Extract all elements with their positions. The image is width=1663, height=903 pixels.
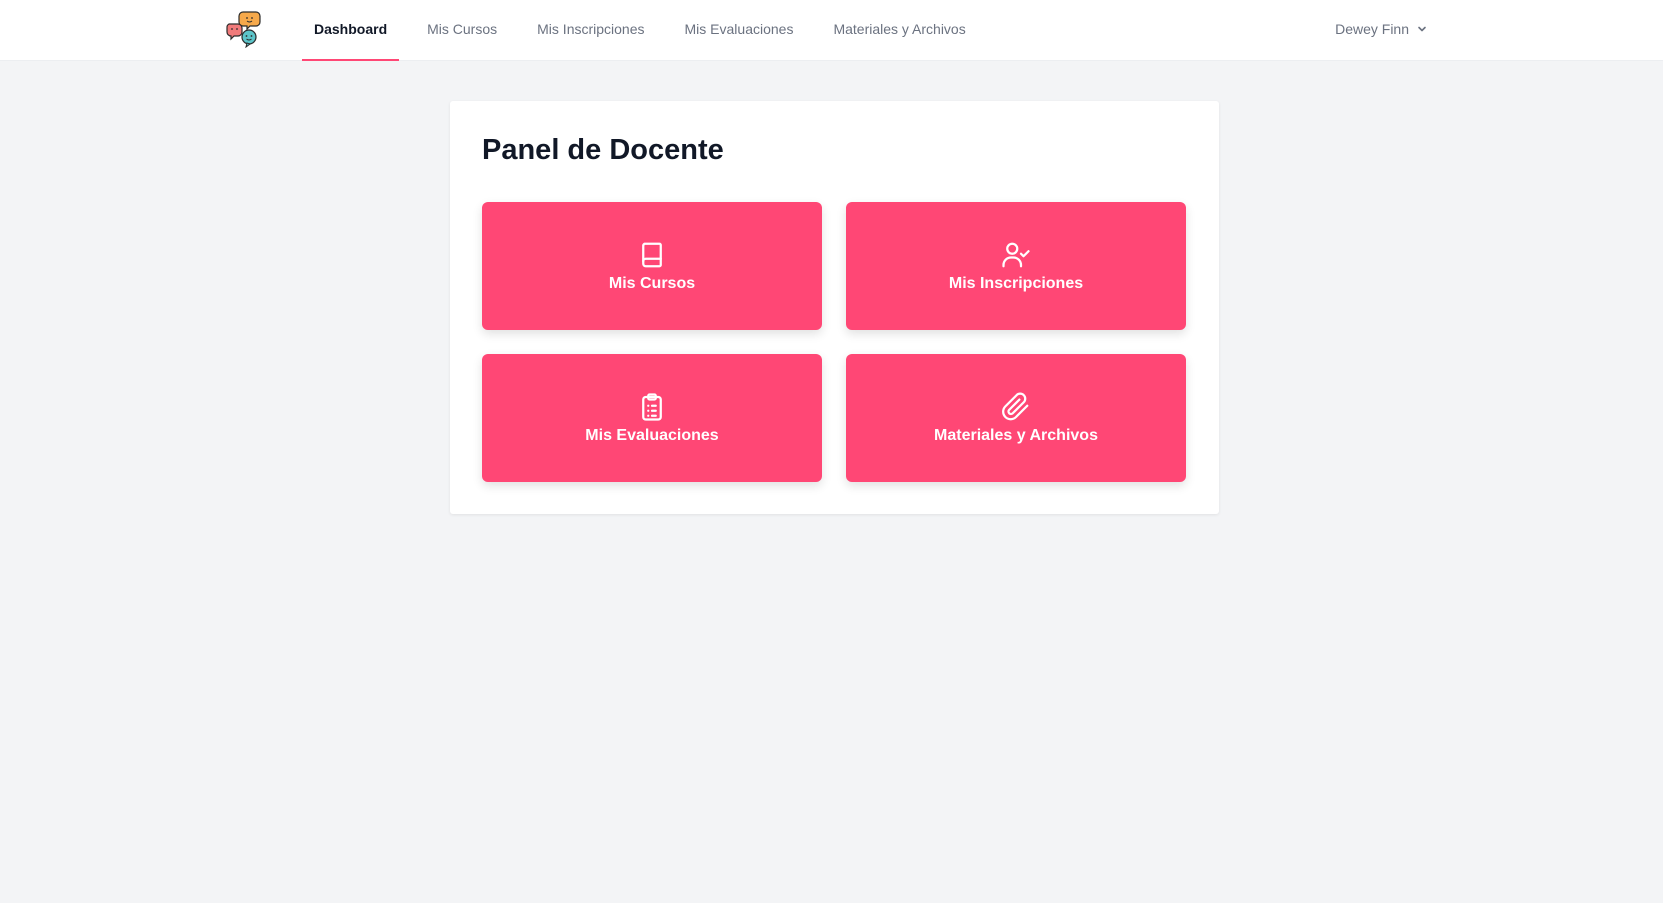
app-logo[interactable] <box>224 10 264 49</box>
page-title: Panel de Docente <box>482 134 724 166</box>
teacher-panel-card: Panel de Docente Mis Cursos Mis Inscripc… <box>450 101 1219 514</box>
nav-item-label: Dashboard <box>314 20 388 37</box>
nav-item-materiales-y-archivos[interactable]: Materiales y Archivos <box>821 0 977 61</box>
user-menu-button[interactable]: Dewey Finn <box>1335 0 1428 57</box>
nav-item-mis-cursos[interactable]: Mis Cursos <box>415 0 509 61</box>
nav-item-label: Mis Cursos <box>427 20 498 37</box>
nav-item-label: Mis Inscripciones <box>537 20 645 37</box>
tile-mis-evaluaciones[interactable]: Mis Evaluaciones <box>482 354 822 482</box>
tile-label: Mis Cursos <box>608 275 696 292</box>
top-navigation-bar: Dashboard Mis Cursos Mis Inscripciones M… <box>0 0 1663 61</box>
main-nav: Dashboard Mis Cursos Mis Inscripciones M… <box>302 0 994 61</box>
tile-label: Materiales y Archivos <box>934 427 1098 444</box>
nav-item-label: Mis Evaluaciones <box>684 20 794 37</box>
nav-item-label: Materiales y Archivos <box>833 20 966 37</box>
tile-label: Mis Inscripciones <box>948 275 1084 292</box>
clipboard-list-icon <box>636 391 668 423</box>
tile-mis-inscripciones[interactable]: Mis Inscripciones <box>846 202 1186 330</box>
chat-bubbles-logo-icon <box>226 11 261 49</box>
tile-label: Mis Evaluaciones <box>585 427 719 444</box>
nav-item-mis-inscripciones[interactable]: Mis Inscripciones <box>525 0 656 61</box>
tile-materiales-y-archivos[interactable]: Materiales y Archivos <box>846 354 1186 482</box>
tile-mis-cursos[interactable]: Mis Cursos <box>482 202 822 330</box>
nav-item-mis-evaluaciones[interactable]: Mis Evaluaciones <box>673 0 806 61</box>
nav-item-dashboard[interactable]: Dashboard <box>302 0 400 61</box>
chevron-down-icon <box>1418 26 1426 31</box>
user-check-icon <box>1000 239 1032 271</box>
book-icon <box>636 239 668 271</box>
paperclip-icon <box>1000 391 1032 423</box>
user-name: Dewey Finn <box>1335 20 1409 37</box>
